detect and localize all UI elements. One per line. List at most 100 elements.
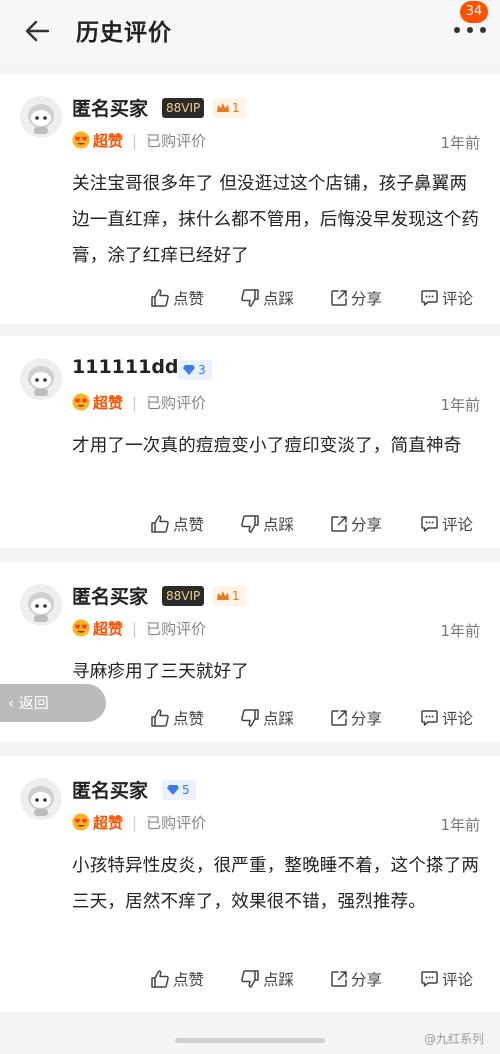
like-button[interactable]: 点赞 [150,287,204,311]
like-button[interactable]: 点赞 [150,968,204,992]
comment-icon [421,710,438,726]
watermark: @九红系列 [423,1032,484,1046]
divider: | [132,620,138,638]
member-level: 3 [198,363,206,377]
crown-icon [217,103,229,112]
rating-label: 超赞 [93,814,124,832]
username: 匿名买家 [72,586,149,608]
member-level: 1 [232,589,240,603]
share-button[interactable]: 分享 [330,513,382,537]
username: 111111dd [72,356,179,378]
member-level-badge: 3 [178,360,212,380]
share-button[interactable]: 分享 [330,287,382,311]
rating-label: 超赞 [93,394,124,412]
avatar-icon[interactable] [20,778,62,820]
crown-icon [217,591,229,600]
review-time: 1年前 [440,396,480,414]
rating-row: 超赞 | 已购评价 [72,812,206,834]
purchased-label: 已购评价 [146,620,207,638]
dislike-button[interactable]: 点踩 [240,968,294,992]
username: 匿名买家 [72,98,149,120]
back-arrow-icon[interactable] [20,14,54,48]
rating-row: 超赞 | 已购评价 [72,130,206,152]
heart-eyes-emoji-icon [72,393,90,411]
vip-badge: 88VIP [162,98,205,118]
rating-label: 超赞 [93,620,124,638]
comment-icon [421,290,438,306]
share-icon [331,290,347,306]
share-icon [331,971,347,987]
divider: | [132,132,138,150]
share-icon [331,516,347,532]
like-button[interactable]: 点赞 [150,513,204,537]
rating-row: 超赞 | 已购评价 [72,618,206,640]
review-card: 匿名买家 5 超赞 | 已购评价 1年前 小孩特异性皮炎，很严重，整晚睡不着，这个搽… [0,756,500,1012]
review-time: 1年前 [440,816,480,834]
heart-eyes-emoji-icon [72,619,90,637]
like-button[interactable]: 点赞 [150,707,204,731]
comment-label: 评论 [442,971,474,989]
dislike-button[interactable]: 点踩 [240,707,294,731]
dislike-label: 点踩 [263,516,295,534]
review-actions: 点赞 点踩 分享 评论 [150,287,490,311]
comment-label: 评论 [442,290,474,308]
member-level: 5 [182,783,190,797]
dislike-button[interactable]: 点踩 [240,287,294,311]
review-text: 才用了一次真的痘痘变小了痘印变淡了，简直神奇 [72,436,462,456]
top-bar: 历史评价 34 [0,0,500,64]
dislike-button[interactable]: 点踩 [240,513,294,537]
username: 匿名买家 [72,780,149,802]
chevron-left-icon: ‹ [8,694,14,712]
review-actions: 点赞 点踩 分享 评论 [150,968,490,992]
thumbs-up-icon [151,515,169,533]
review-text: 小孩特异性皮炎，很严重，整晚睡不着，这个搽了两三天，居然不痒了，效果很不错，强烈… [72,856,480,912]
comment-button[interactable]: 评论 [420,968,473,992]
review-card: 111111dd 3 超赞 | 已购评价 1年前 才用了一次真的痘痘变小了痘印变淡了… [0,336,500,548]
more-dot-icon [454,27,460,33]
review-card: 匿名买家 88VIP 1 超赞 | 已购评价 1年前 关注宝哥很多年了 但没逛过这个… [0,74,500,324]
dislike-label: 点踩 [263,290,295,308]
dislike-label: 点踩 [263,710,295,728]
comment-button[interactable]: 评论 [420,707,473,731]
member-level-badge: 1 [212,98,246,118]
review-time: 1年前 [440,134,480,152]
share-label: 分享 [351,971,383,989]
comment-button[interactable]: 评论 [420,287,473,311]
avatar-icon[interactable] [20,96,62,138]
share-button[interactable]: 分享 [330,707,382,731]
comment-icon [421,516,438,532]
member-level-badge: 1 [212,586,246,606]
more-dot-icon [467,27,473,33]
share-icon [331,710,347,726]
more-options-button[interactable] [452,20,488,40]
comment-icon [421,971,438,987]
dislike-label: 点踩 [263,971,295,989]
purchased-label: 已购评价 [146,132,207,150]
heart-eyes-emoji-icon [72,131,90,149]
return-button[interactable]: ‹ 返回 [0,684,106,722]
comment-button[interactable]: 评论 [420,513,473,537]
vip-badge: 88VIP [162,586,205,606]
review-text: 寻麻疹用了三天就好了 [72,662,249,682]
share-button[interactable]: 分享 [330,968,382,992]
review-time: 1年前 [440,622,480,640]
like-label: 点赞 [173,516,205,534]
rating-row: 超赞 | 已购评价 [72,392,206,414]
like-label: 点赞 [173,710,205,728]
notification-badge: 34 [460,1,488,23]
diamond-icon [167,785,179,795]
share-label: 分享 [351,710,383,728]
thumbs-down-icon [241,289,259,307]
review-text: 关注宝哥很多年了 但没逛过这个店铺，孩子鼻翼两边一直红痒，抹什么都不管用，后悔没… [72,174,480,266]
thumbs-down-icon [241,709,259,727]
avatar-icon[interactable] [20,584,62,626]
review-actions: 点赞 点踩 分享 评论 [150,513,490,537]
return-label: 返回 [18,694,49,712]
thumbs-down-icon [241,970,259,988]
share-label: 分享 [351,516,383,534]
thumbs-up-icon [151,289,169,307]
divider: | [132,814,138,832]
avatar-icon[interactable] [20,358,62,400]
page-title: 历史评价 [76,20,172,46]
comment-label: 评论 [442,710,474,728]
